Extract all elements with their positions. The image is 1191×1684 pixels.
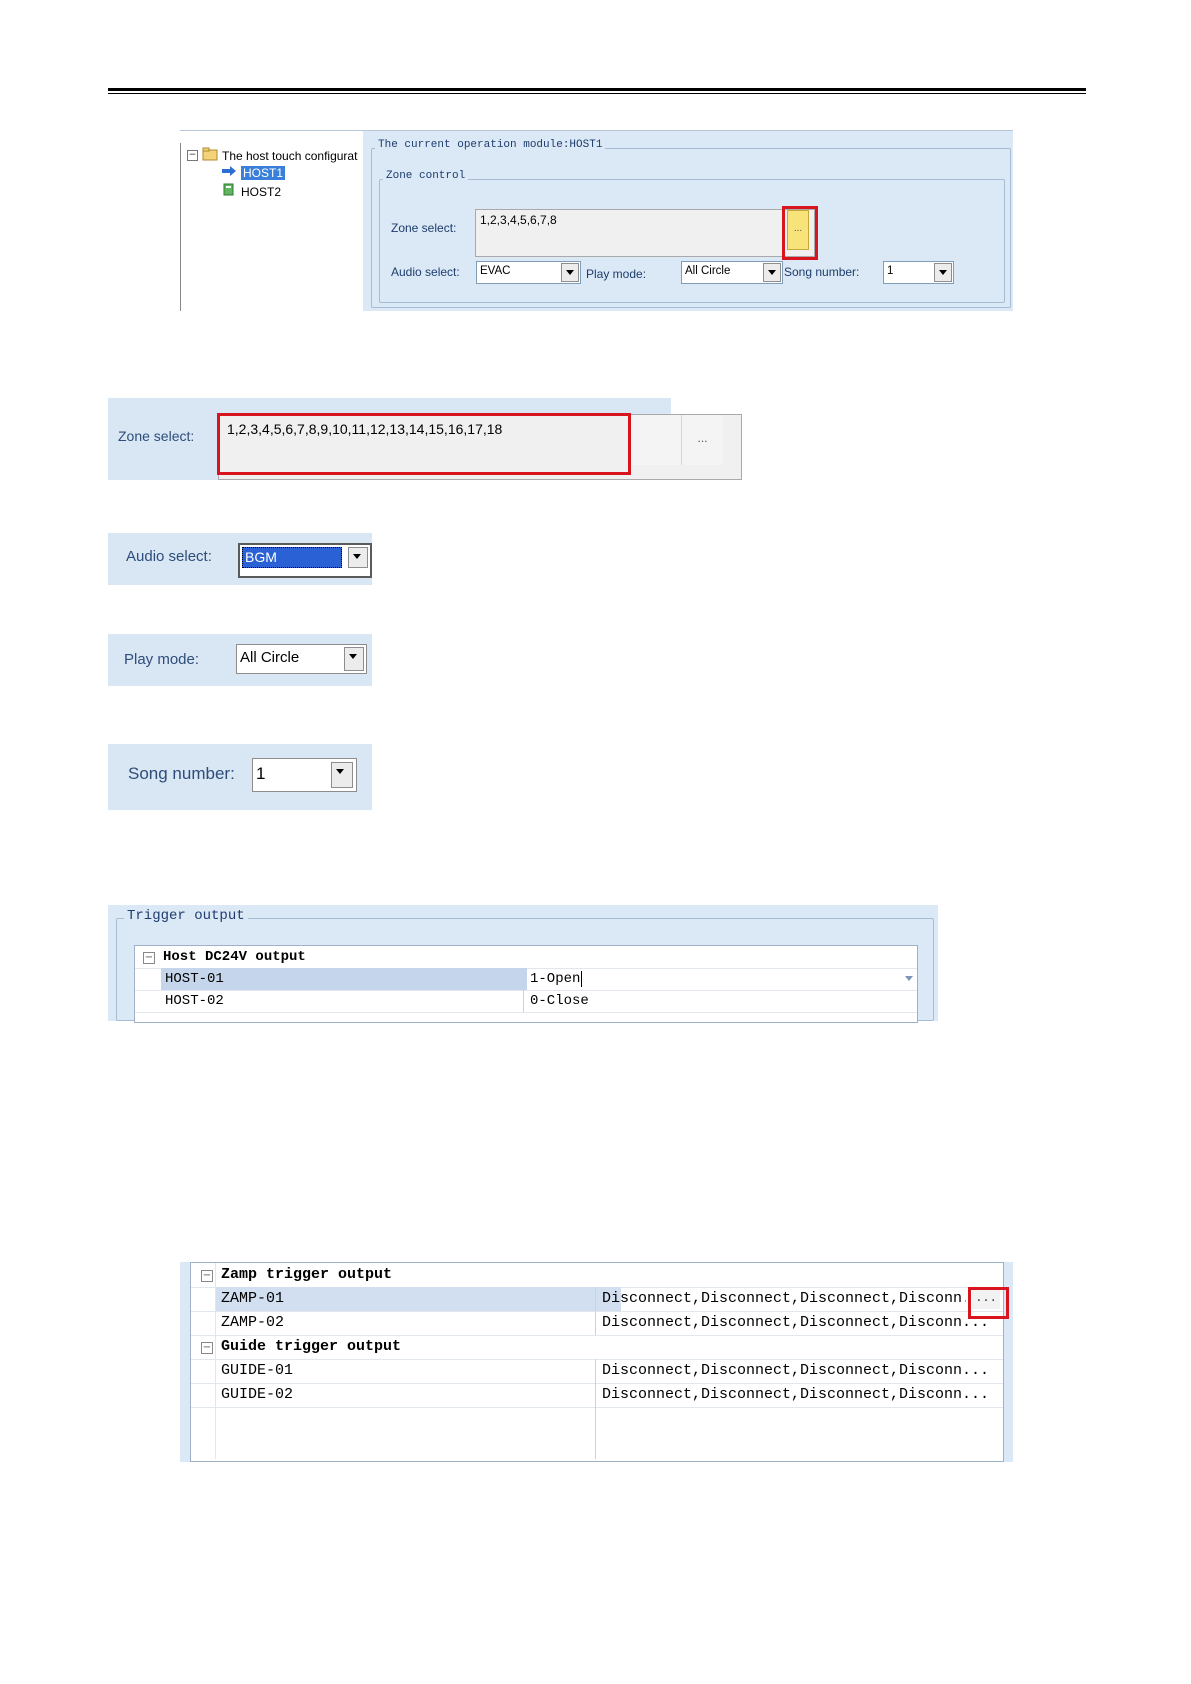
play-mode-value: All Circle bbox=[240, 649, 300, 666]
zone-select-label: Zone select: bbox=[118, 428, 195, 444]
song-number-dropdown[interactable]: 1 bbox=[252, 758, 357, 792]
play-mode-label: Play mode: bbox=[124, 651, 200, 668]
group-title: Zamp trigger output bbox=[221, 1266, 393, 1283]
collapse-icon[interactable]: − bbox=[201, 1270, 213, 1282]
chevron-down-icon[interactable] bbox=[934, 263, 952, 282]
row-name: HOST-01 bbox=[161, 968, 527, 990]
audio-select-dropdown[interactable]: BGM bbox=[238, 543, 372, 578]
play-mode-panel: Play mode: All Circle bbox=[108, 634, 372, 686]
audio-select-label: Audio select: bbox=[391, 265, 460, 279]
zone-control-title: Zone control bbox=[383, 170, 469, 182]
audio-select-dropdown[interactable]: EVAC bbox=[476, 261, 581, 284]
audio-select-label: Audio select: bbox=[126, 548, 212, 565]
row-value[interactable]: Disconnect,Disconnect,Disconnect,Disconn… bbox=[595, 1359, 1002, 1383]
song-number-value: 1 bbox=[256, 764, 266, 783]
zamp-property-grid: − Zamp trigger output ZAMP-01 Disconnect… bbox=[190, 1262, 1009, 1462]
song-number-panel: Song number: 1 bbox=[108, 744, 372, 810]
highlight-box bbox=[782, 206, 818, 260]
table-row[interactable]: HOST-02 0-Close bbox=[135, 990, 917, 1013]
zone-select-label: Zone select: bbox=[391, 221, 457, 235]
tree-node-label: HOST1 bbox=[241, 165, 286, 180]
chevron-down-icon[interactable] bbox=[348, 547, 368, 568]
zone-select-browse-button[interactable]: ... bbox=[681, 415, 723, 465]
chevron-down-icon[interactable] bbox=[344, 647, 364, 671]
song-number-value: 1 bbox=[887, 265, 894, 277]
chevron-down-icon[interactable] bbox=[763, 263, 781, 282]
row-name: GUIDE-02 bbox=[221, 1386, 294, 1403]
row-value[interactable]: 0-Close bbox=[523, 990, 917, 1012]
song-number-label: Song number: bbox=[128, 764, 235, 783]
folder-icon bbox=[202, 147, 218, 164]
group-title: Guide trigger output bbox=[221, 1338, 402, 1355]
table-row[interactable]: GUIDE-02 Disconnect,Disconnect,Disconnec… bbox=[191, 1383, 1003, 1408]
chevron-down-icon[interactable] bbox=[905, 976, 913, 981]
operation-module-title: The current operation module:HOST1 bbox=[375, 139, 606, 151]
trigger-output-title: Trigger output bbox=[124, 908, 248, 924]
tree-node-label: HOST2 bbox=[241, 184, 282, 199]
row-name: ZAMP-02 bbox=[221, 1314, 285, 1331]
row-value-field[interactable]: 1-Open bbox=[523, 968, 917, 990]
device-icon bbox=[221, 183, 237, 200]
play-mode-label: Play mode: bbox=[586, 267, 647, 281]
zamp-trigger-panel: − Zamp trigger output ZAMP-01 Disconnect… bbox=[180, 1262, 1013, 1462]
audio-select-value: BGM bbox=[242, 547, 342, 568]
collapse-icon[interactable]: − bbox=[143, 952, 155, 964]
row-name: GUIDE-01 bbox=[221, 1362, 294, 1379]
row-name: HOST-02 bbox=[165, 993, 224, 1009]
header-rule-thick bbox=[108, 88, 1086, 91]
trigger-property-grid: − Host DC24V output HOST-01 1-Open HOST-… bbox=[134, 945, 918, 1023]
row-value: 1-Open bbox=[530, 971, 581, 987]
tree-root-label: The host touch configurat bbox=[222, 148, 358, 163]
column-divider bbox=[595, 1407, 596, 1459]
table-row[interactable]: ZAMP-01 Disconnect,Disconnect,Disconnect… bbox=[191, 1287, 1009, 1319]
row-value[interactable]: Disconnect,Disconnect,Disconnect,Disconn… bbox=[595, 1287, 966, 1311]
arrow-right-icon bbox=[221, 165, 237, 180]
table-row[interactable]: ZAMP-02 Disconnect,Disconnect,Disconnect… bbox=[191, 1311, 1003, 1336]
play-mode-value: All Circle bbox=[685, 265, 731, 277]
gutter-divider bbox=[215, 1263, 216, 1459]
collapse-icon[interactable]: − bbox=[201, 1342, 213, 1354]
audio-select-panel: Audio select: BGM bbox=[108, 533, 372, 585]
operation-area: The current operation module:HOST1 Zone … bbox=[363, 131, 1013, 311]
text-cursor bbox=[581, 971, 583, 987]
tree-node-host2[interactable]: HOST2 bbox=[221, 183, 281, 200]
group-row[interactable]: − Host DC24V output bbox=[135, 946, 917, 969]
row-value[interactable]: Disconnect,Disconnect,Disconnect,Disconn… bbox=[595, 1311, 1002, 1335]
trigger-output-panel: Trigger output − Host DC24V output HOST-… bbox=[108, 905, 938, 1023]
table-row[interactable]: GUIDE-01 Disconnect,Disconnect,Disconnec… bbox=[191, 1359, 1003, 1384]
play-mode-dropdown[interactable]: All Circle bbox=[236, 644, 367, 674]
row-value[interactable]: Disconnect,Disconnect,Disconnect,Disconn… bbox=[595, 1383, 1002, 1407]
song-number-dropdown[interactable]: 1 bbox=[883, 261, 954, 284]
chevron-down-icon[interactable] bbox=[331, 762, 353, 788]
audio-select-value: EVAC bbox=[480, 265, 511, 277]
host-tree: − The host touch configurat HOST1 HOST2 bbox=[180, 143, 363, 311]
group-row[interactable]: − Guide trigger output bbox=[191, 1335, 1003, 1360]
tree-root[interactable]: − The host touch configurat bbox=[187, 147, 357, 164]
play-mode-dropdown[interactable]: All Circle bbox=[681, 261, 783, 284]
zone-select-panel: Zone select: 1,2,3,4,5,6,7,8,9,10,11,12,… bbox=[108, 398, 742, 480]
zone-select-field[interactable]: 1,2,3,4,5,6,7,8 bbox=[475, 209, 815, 257]
group-title: Host DC24V output bbox=[163, 949, 306, 965]
row-name: ZAMP-01 bbox=[215, 1287, 621, 1311]
table-row[interactable]: HOST-01 1-Open bbox=[135, 968, 917, 991]
header-rule-thin bbox=[108, 93, 1086, 94]
highlight-box bbox=[217, 413, 631, 475]
host-config-window: − The host touch configurat HOST1 HOST2 … bbox=[180, 130, 1013, 311]
tree-node-host1[interactable]: HOST1 bbox=[221, 165, 286, 180]
group-row[interactable]: − Zamp trigger output bbox=[191, 1263, 1003, 1288]
song-number-label: Song number: bbox=[784, 265, 860, 279]
collapse-icon[interactable]: − bbox=[187, 150, 198, 161]
chevron-down-icon[interactable] bbox=[561, 263, 579, 282]
